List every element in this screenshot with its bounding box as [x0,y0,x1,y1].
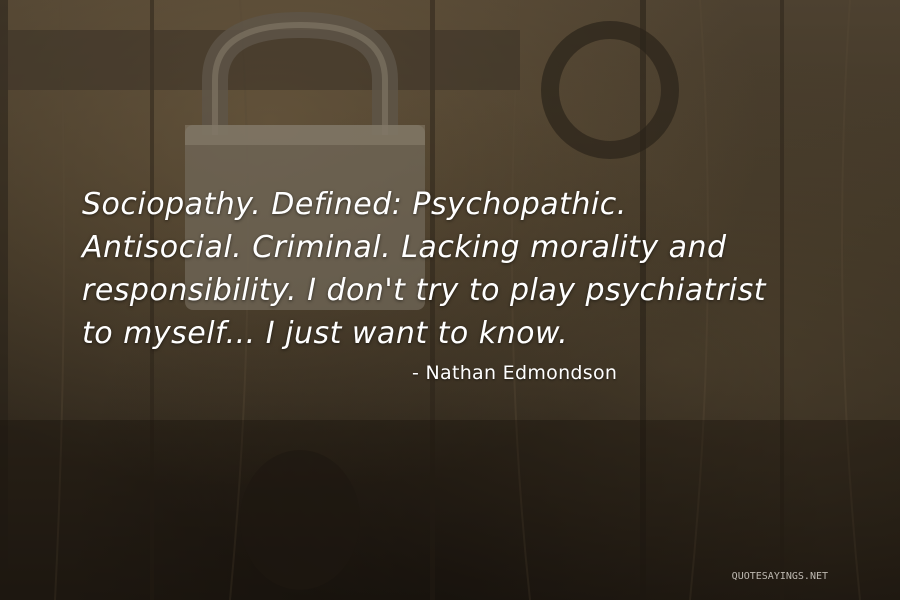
site-watermark: QUOTESAYINGS.NET [731,571,828,582]
quote-line: Antisocial. Criminal. Lacking morality a… [82,230,727,265]
quote-text: Sociopathy. Defined: Psychopathic. Antis… [82,183,842,355]
quote-image: Sociopathy. Defined: Psychopathic. Antis… [0,0,900,600]
quote-line: responsibility. I don't try to play psyc… [82,273,767,308]
quote-line: to myself... I just want to know. [82,316,569,351]
quote-author: - Nathan Edmondson [412,362,618,384]
quote-line: Sociopathy. Defined: Psychopathic. [82,187,627,222]
keyhole-plate [240,450,360,590]
door-ring [541,21,679,159]
